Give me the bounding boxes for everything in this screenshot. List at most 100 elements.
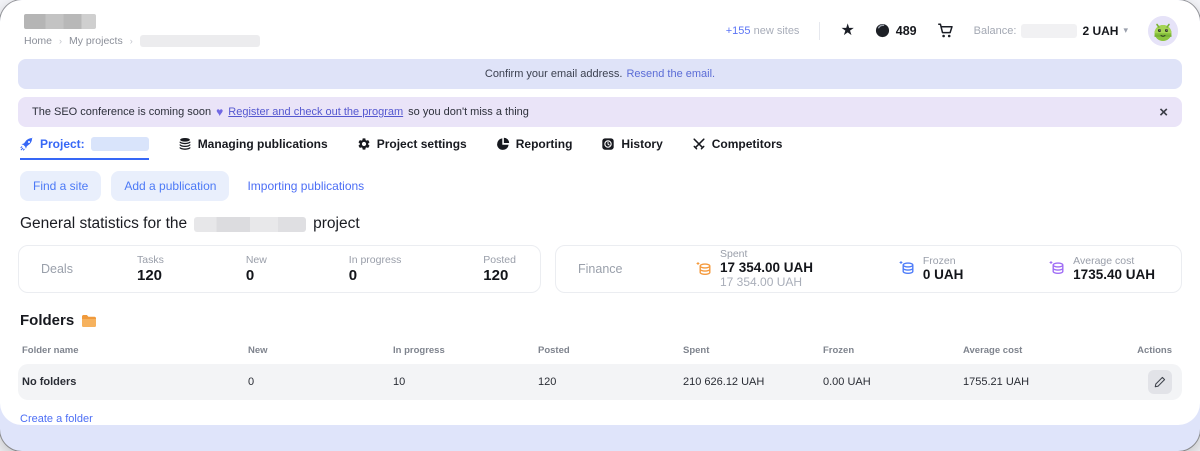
tab-settings-label: Project settings [377,137,467,151]
resend-email-link[interactable]: Resend the email. [626,68,715,80]
page: Home › My projects › +155 new sites ★ [0,0,1200,425]
actions-cell [1126,370,1182,394]
tab-history-label: History [621,137,662,151]
new-count-link[interactable]: 0 [248,376,393,388]
register-program-link[interactable]: Register and check out the program [228,106,403,118]
new-sites-text: new sites [754,25,800,37]
heart-icon: ♥ [216,105,223,119]
spent-cell: 210 626.12 UAH [683,376,823,388]
stat-posted: Posted 120 [483,254,516,284]
header-controls: +155 new sites ★ 489 [726,16,1178,46]
frozen-cell: 0.00 UAH [823,376,963,388]
stats-heading-suffix: project [313,215,360,233]
breadcrumb-my-projects[interactable]: My projects [69,35,123,47]
stats-heading-prefix: General statistics for the [20,215,187,233]
close-icon[interactable]: × [1159,105,1168,120]
col-actions: Actions [1126,345,1182,356]
in-progress-count-link[interactable]: 10 [393,376,538,388]
pie-chart-icon [496,137,510,151]
stat-new: New 0 [246,254,267,284]
col-spent: Spent [683,345,823,356]
project-name-redacted [194,217,306,232]
email-confirm-banner: Confirm your email address. Resend the e… [18,59,1182,89]
tab-reporting-label: Reporting [516,137,573,151]
favorites-star-icon[interactable]: ★ [840,23,854,39]
stat-value: 0 UAH [923,267,964,283]
logo-redacted[interactable] [24,14,96,29]
tab-reporting[interactable]: Reporting [496,137,573,160]
tab-competitors[interactable]: Competitors [692,137,783,160]
coins-blue-icon [899,260,916,277]
folder-icon [81,314,97,328]
cart-icon [937,22,954,39]
col-in-progress: In progress [393,345,538,356]
counter-value: 489 [896,24,917,38]
email-banner-text: Confirm your email address. [485,68,623,80]
promo-text-before: The SEO conference is coming soon [32,106,211,118]
folders-heading: Folders [20,312,1180,329]
breadcrumb: Home › My projects › [24,35,260,47]
sites-counter[interactable]: 489 [875,23,917,38]
deals-card-title: Deals [41,262,137,276]
stat-frozen: Frozen 0 UAH [899,255,964,283]
coins-stack-icon [178,137,192,151]
create-folder-link[interactable]: Create a folder [20,413,93,425]
stat-value: 120 [137,267,164,284]
header: Home › My projects › +155 new sites ★ [0,0,1200,47]
breadcrumb-home[interactable]: Home [24,35,52,47]
history-icon [601,137,615,151]
coins-orange-icon [696,261,713,278]
stat-label: New [246,254,267,266]
header-divider [819,22,820,40]
tab-project-settings[interactable]: Project settings [357,137,467,160]
promo-text-after: so you don't miss a thing [408,106,529,118]
balance-amount-redacted [1021,24,1077,38]
find-site-button[interactable]: Find a site [20,171,101,201]
stat-label: In progress [349,254,402,266]
deals-card: Deals Tasks 120 New 0 In progress 0 [18,245,541,293]
breadcrumb-separator-icon: › [59,36,62,46]
header-left: Home › My projects › [24,14,260,47]
posted-count-link[interactable]: 120 [538,376,683,388]
folders-heading-label: Folders [20,312,74,329]
stat-label: Posted [483,254,516,266]
edit-folder-button[interactable] [1148,370,1172,394]
user-avatar[interactable] [1148,16,1178,46]
col-average-cost: Average cost [963,345,1126,356]
breadcrumb-project-redacted [140,35,260,47]
average-cost-cell: 1755.21 UAH [963,376,1126,388]
cart-button[interactable] [937,22,954,39]
tab-managing-label: Managing publications [198,137,328,151]
import-publications-link[interactable]: Importing publications [239,171,372,201]
add-publication-button[interactable]: Add a publication [111,171,229,201]
col-new: New [248,345,393,356]
tab-project[interactable]: Project: [20,137,149,160]
stat-in-progress: In progress 0 [349,254,402,284]
folder-name-cell: No folders [18,376,248,388]
stat-label: Tasks [137,254,164,266]
chevron-down-icon: ▾ [1123,25,1128,36]
stat-value: 120 [483,267,516,284]
balance-currency: 2 UAH [1082,24,1118,38]
project-name-redacted [91,137,149,151]
finance-card-title: Finance [578,262,696,276]
stat-label: Frozen [923,255,964,267]
new-sites-count: +155 [726,25,751,37]
coins-purple-icon [1049,260,1066,277]
seo-conference-banner: The SEO conference is coming soon ♥ Regi… [18,97,1182,127]
app-window: Home › My projects › +155 new sites ★ [0,0,1200,451]
stat-value: 0 [246,267,267,284]
breadcrumb-separator-icon: › [130,36,133,46]
tab-managing-publications[interactable]: Managing publications [178,137,328,160]
stat-value: 0 [349,267,402,284]
col-frozen: Frozen [823,345,963,356]
stat-spent: Spent 17 354.00 UAH 17 354.00 UAH [696,248,813,289]
gear-icon [357,137,371,151]
stats-heading: General statistics for the project [20,215,1180,233]
balance-menu[interactable]: Balance: 2 UAH ▾ [974,24,1128,38]
tab-history[interactable]: History [601,137,662,160]
stat-label: Average cost [1073,255,1155,267]
finance-card: Finance Spent 17 354.00 UAH 17 354.00 U [555,245,1182,293]
new-sites-link[interactable]: +155 new sites [726,25,800,37]
col-posted: Posted [538,345,683,356]
